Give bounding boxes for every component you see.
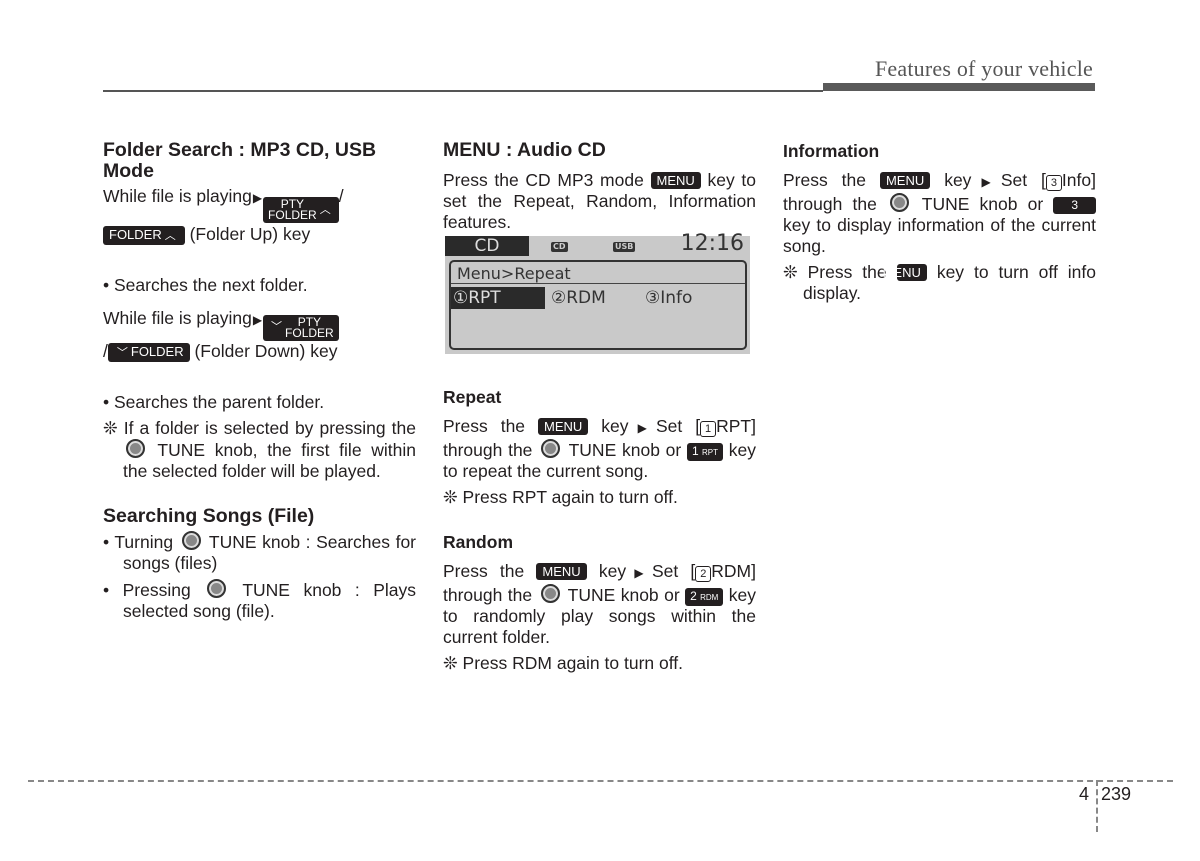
menu-intro-paragraph: Press the CD MP3 mode MENU key to set th… [443, 170, 756, 232]
lcd-menu-box: Menu>Repeat ①RPT ②RDM ③Info [449, 260, 747, 350]
number-1-icon: 1 [700, 421, 717, 437]
section-heading-menu-audio-cd: MENU : Audio CD [443, 139, 606, 161]
menu-key: MENU [536, 563, 587, 580]
lcd-option-rpt: ①RPT [451, 287, 545, 309]
pty-folder-up-key: PTY FOLDER ︿ [263, 197, 339, 223]
chevron-down-icon: ﹀ [116, 346, 128, 359]
column-menu-audio-cd: MENU : Audio CD Press the CD MP3 mode ME… [443, 140, 756, 674]
information-paragraph: Press the MENU key▶Set [3 Info] through t… [783, 170, 1096, 256]
column-information: Information Press the MENU key▶Set [3 Inf… [783, 140, 1096, 304]
lcd-display: CD CD USB 12:16 Menu>Repeat ①RPT ②RDM ③I… [445, 231, 750, 354]
repeat-note: ❊ Press RPT again to turn off. [443, 487, 678, 507]
tune-knob-icon [889, 193, 909, 212]
bullet-next-folder: • Searches the next folder. [103, 275, 308, 295]
lcd-mode-label: CD [445, 236, 529, 256]
number-3-icon: 3 [1045, 175, 1062, 191]
note-folder-selected: ❊ If a folder is selected by pressing th… [103, 417, 416, 481]
rpt-key: 1 RPT [686, 443, 724, 461]
play-triangle-icon: ▶ [252, 313, 263, 327]
information-note: ❊ Press the MENU key to turn off info di… [783, 262, 1096, 303]
menu-key: MENU [538, 418, 589, 435]
chevron-down-icon: ﹀ [271, 321, 283, 333]
lcd-option-info: ③Info [645, 288, 693, 308]
column-folder-search: Folder Search : MP3 CD, USB Mode While f… [103, 140, 416, 622]
folder-up-key: FOLDER ︿ [103, 226, 185, 245]
rdm-key: 2 RDM [685, 588, 724, 606]
header-rule [103, 90, 823, 92]
info-key: 3 [1053, 197, 1096, 214]
subheading-information: Information [783, 141, 880, 161]
bullet-pressing-knob: • Pressing TUNE knob : Plays selected so… [103, 578, 417, 621]
section-heading-folder-search: Folder Search : MP3 CD, USB Mode [103, 139, 377, 182]
tune-knob-icon [126, 438, 145, 458]
section-heading-searching-songs: Searching Songs (File) [103, 504, 315, 527]
random-paragraph: Press the MENU key▶Set [2 RDM] through th… [443, 561, 757, 647]
repeat-paragraph: Press the MENU key▶Set [1 RPT] through th… [443, 416, 756, 481]
menu-key: MENU [883, 264, 927, 281]
tune-knob-icon [541, 439, 561, 458]
chapter-number: 4 [1079, 784, 1090, 804]
number-2-icon: 2 [695, 566, 712, 582]
folder-up-paragraph: While file is playing▶ PTY FOLDER ︿ / FOLDER… [103, 186, 344, 245]
random-note: ❊ Press RDM again to turn off. [443, 653, 683, 673]
header-title: Features of your vehicle [874, 56, 1093, 81]
lcd-menu-path: Menu>Repeat [451, 262, 745, 284]
bullet-turning-knob: • Turning TUNE knob : Searches for songs… [103, 530, 417, 573]
footer-rule [28, 780, 1173, 782]
subheading-random: Random [443, 532, 513, 552]
bullet-parent-folder: • Searches the parent folder. [103, 391, 325, 412]
lcd-clock: 12:16 [680, 231, 744, 256]
footer-divider [1096, 780, 1098, 832]
tune-knob-icon [207, 578, 227, 598]
play-triangle-icon: ▶ [627, 566, 651, 580]
lcd-option-rdm: ②RDM [551, 288, 606, 308]
play-triangle-icon: ▶ [252, 191, 263, 205]
usb-icon: USB [613, 242, 636, 252]
tune-knob-icon [181, 530, 201, 550]
subheading-repeat: Repeat [443, 387, 502, 407]
page-number: 239 [1101, 784, 1132, 804]
play-triangle-icon: ▶ [629, 421, 655, 435]
chevron-up-icon: ︿ [319, 203, 331, 216]
folder-down-key: ﹀ FOLDER [107, 342, 190, 362]
pty-folder-down-key: ﹀ PTY FOLDER [263, 314, 339, 341]
tune-knob-icon [540, 584, 560, 603]
chevron-up-icon: ︿ [164, 230, 176, 242]
header-rule-accent [823, 83, 1095, 91]
folder-down-paragraph: While file is playing▶ ﹀ PTY FOLDER / ﹀ FOLDE… [103, 308, 339, 362]
menu-key: MENU [650, 172, 701, 189]
menu-key: MENU [879, 172, 931, 189]
cd-icon: CD [551, 242, 568, 252]
play-triangle-icon: ▶ [972, 175, 1000, 189]
